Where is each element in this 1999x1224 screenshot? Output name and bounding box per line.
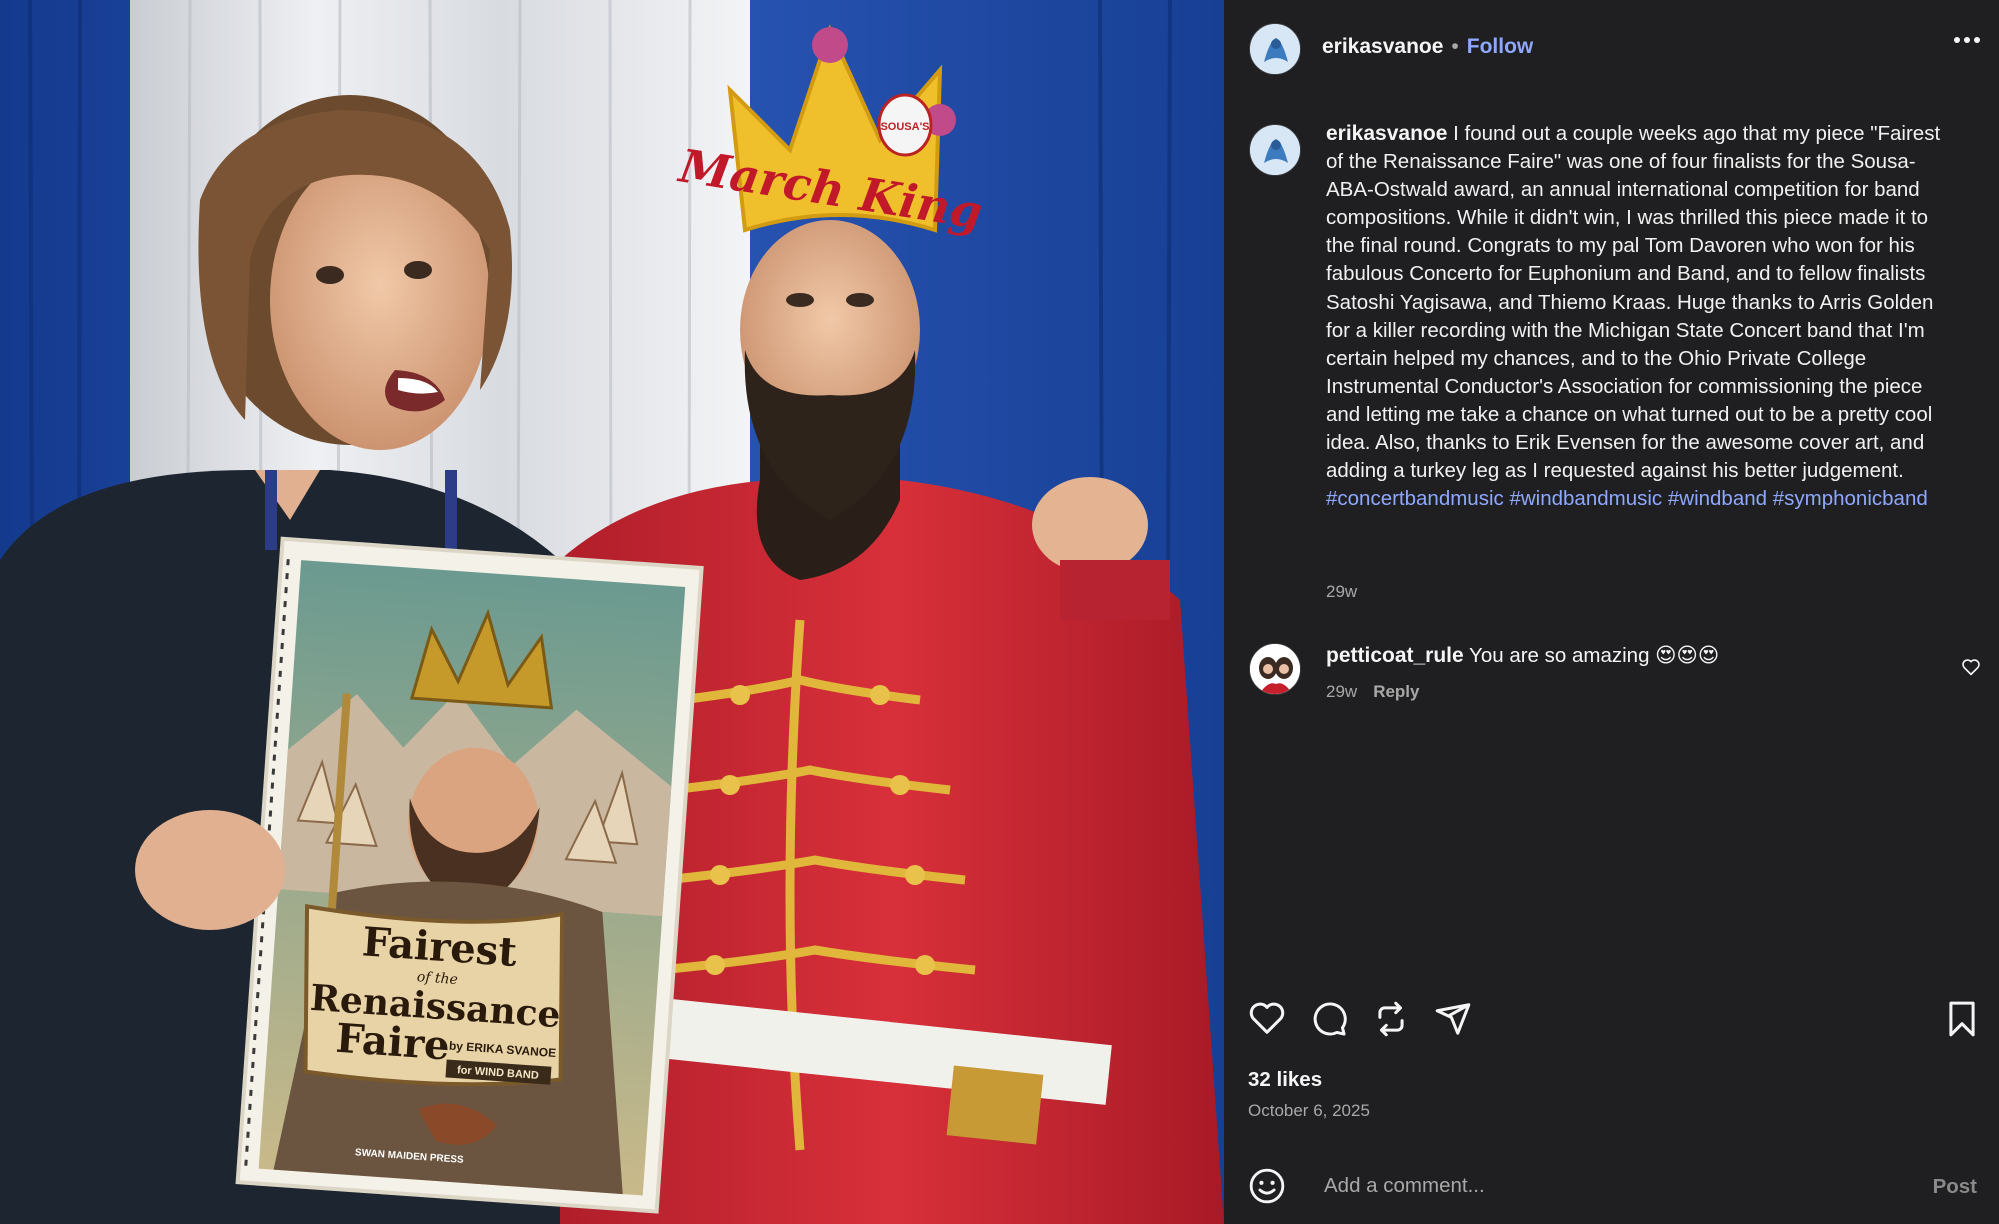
- caption-timestamp[interactable]: 29w: [1326, 582, 1357, 602]
- caption-author-avatar[interactable]: [1249, 124, 1301, 176]
- add-comment-bar: Post: [1224, 1160, 1999, 1210]
- photo-scene: SOUSA'S March King Fairest of the Renais…: [0, 0, 1224, 1224]
- crown-badge-text: SOUSA'S: [880, 121, 929, 133]
- post-photo: SOUSA'S March King Fairest of the Renais…: [0, 0, 1224, 1224]
- author-avatar[interactable]: [1249, 23, 1301, 75]
- likes-count[interactable]: 32 likes: [1248, 1068, 1322, 1092]
- post-date: October 6, 2025: [1248, 1101, 1370, 1120]
- reply-button[interactable]: Reply: [1373, 682, 1419, 701]
- hashtag-link[interactable]: #windband: [1668, 487, 1767, 510]
- separator-dot: •: [1451, 35, 1459, 58]
- author-username[interactable]: erikasvanoe: [1322, 35, 1443, 58]
- comment-input[interactable]: [1322, 1168, 1846, 1204]
- more-options-icon[interactable]: [1953, 35, 1981, 45]
- comment-body: You are so amazing 😍😍😍: [1469, 644, 1720, 667]
- score-title-line-4: Faire: [334, 1015, 451, 1070]
- post-side-panel: erikasvanoe • Follow erikasvanoe I found o…: [1224, 0, 1999, 1224]
- commenter-username[interactable]: petticoat_rule: [1326, 644, 1464, 667]
- comment-timestamp[interactable]: 29w: [1326, 682, 1357, 701]
- action-bar: [1224, 1000, 1999, 1048]
- repost-icon[interactable]: [1372, 1000, 1410, 1038]
- comment-icon[interactable]: [1310, 1000, 1348, 1038]
- emoji-icon[interactable]: [1248, 1167, 1286, 1205]
- commenter-avatar[interactable]: [1249, 643, 1301, 695]
- hashtag-link[interactable]: #concertbandmusic: [1326, 487, 1504, 510]
- post-comment-button[interactable]: Post: [1933, 1175, 1977, 1199]
- instagram-post-view: SOUSA'S March King Fairest of the Renais…: [0, 0, 1999, 1224]
- header-line: erikasvanoe • Follow: [1322, 34, 1533, 60]
- caption-text-block: erikasvanoe I found out a couple weeks a…: [1326, 120, 1946, 513]
- comment-heart-icon[interactable]: [1961, 658, 1981, 676]
- comment-text-line: petticoat_rule You are so amazing 😍😍😍: [1326, 642, 1719, 670]
- bookmark-icon[interactable]: [1945, 1000, 1979, 1038]
- share-icon[interactable]: [1434, 1000, 1472, 1038]
- hashtag-link[interactable]: #symphonicband: [1773, 487, 1928, 510]
- heart-icon[interactable]: [1248, 1000, 1286, 1036]
- caption-username[interactable]: erikasvanoe: [1326, 122, 1447, 145]
- follow-button[interactable]: Follow: [1467, 35, 1534, 58]
- comment-meta: 29w Reply: [1326, 682, 1419, 702]
- hashtag-link[interactable]: #windbandmusic: [1509, 487, 1662, 510]
- caption-body: I found out a couple weeks ago that my p…: [1326, 122, 1941, 483]
- post-header: erikasvanoe • Follow: [1224, 0, 1999, 95]
